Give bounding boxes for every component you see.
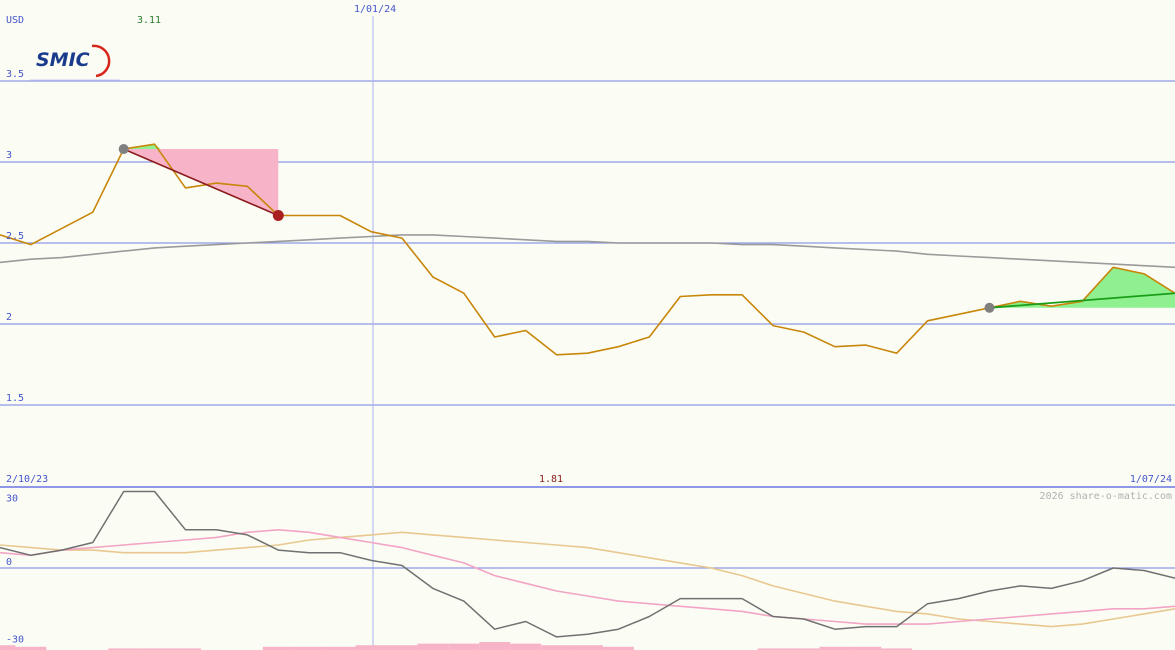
volume-bar	[448, 643, 480, 650]
osc-tick-label: -30	[6, 635, 24, 646]
volume-bar	[386, 645, 418, 650]
volume-bar	[355, 645, 387, 650]
trend-fills	[123, 144, 1175, 308]
volume-bar	[510, 643, 542, 650]
volume-bar	[0, 645, 16, 650]
y-tick-label: 3.5	[6, 69, 24, 80]
smic-logo: SMIC	[30, 44, 120, 81]
tick-labels: 3.5 3 2.5 2 1.5 30 0 -30	[6, 69, 24, 646]
logo-swoosh	[91, 44, 111, 78]
trend-start-dot	[984, 302, 995, 313]
y-tick-label: 2	[6, 312, 12, 323]
series-lines	[0, 143, 1175, 638]
max-value-label: 3.11	[137, 15, 161, 26]
volume-bar	[417, 643, 449, 650]
volume-bar	[479, 642, 511, 650]
volume-bar	[541, 645, 573, 650]
price-line	[0, 143, 1175, 356]
min-value-label: 1.81	[539, 474, 563, 485]
trend-start-dot	[118, 144, 129, 155]
year-marker-label: 1/01/24	[354, 4, 396, 15]
moving-average-line	[0, 234, 1175, 269]
share-chart: 3.532.521.5300-30 SMIC USD 3.11 1/01/24 …	[0, 4, 1175, 650]
y-tick-label: 1.5	[6, 393, 24, 404]
osc-tick-label: 30	[6, 494, 18, 505]
oscillator-average-line	[0, 528, 1175, 625]
volume-bars	[0, 642, 913, 650]
upper-grid	[0, 16, 1175, 650]
start-date-label: 2/10/23	[6, 474, 48, 485]
logo-text: SMIC	[36, 49, 90, 71]
end-date-label: 1/07/24	[1130, 474, 1172, 485]
trend-end-dot	[272, 209, 284, 221]
osc-tick-label: 0	[6, 557, 12, 568]
chart-stage: 3.5 3 2.5 2 1.5 30 0 -30 SMIC USD 3.11 1/01/24 …	[0, 0, 1175, 650]
y-tick-label: 2.5	[6, 231, 24, 242]
oscillator-line	[0, 490, 1175, 638]
watermark: 2026 share-o-matic.com	[1040, 491, 1172, 502]
y-tick-label: 3	[6, 150, 12, 161]
volume-bar	[572, 645, 603, 650]
currency-label: USD	[6, 15, 24, 26]
oscillator-signal-line	[0, 531, 1175, 628]
